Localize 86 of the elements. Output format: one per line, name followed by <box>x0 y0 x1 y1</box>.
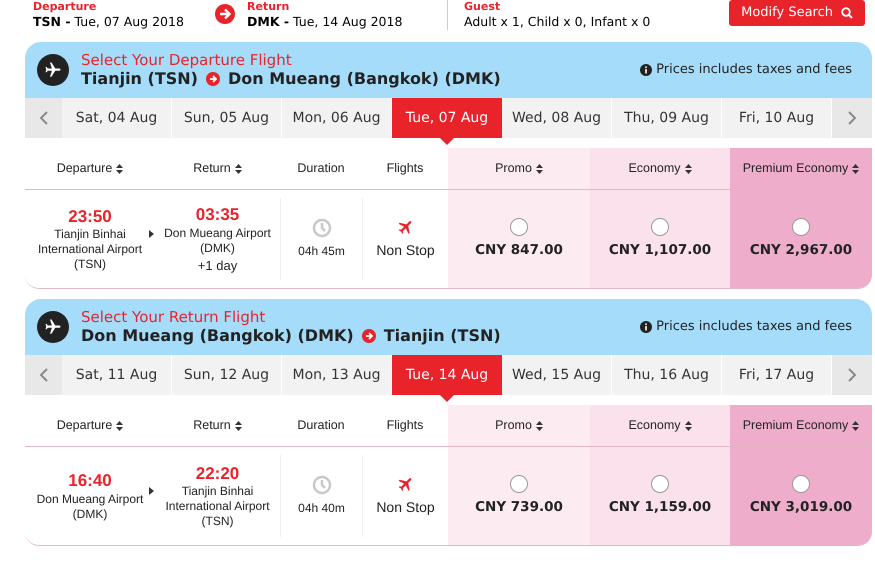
flight-duration: 04h 40m <box>298 500 345 517</box>
departure-label: Departure <box>33 0 98 14</box>
column-header[interactable]: Premium Economy <box>730 405 872 446</box>
chevron-right-icon <box>848 111 856 125</box>
clock-icon <box>312 475 332 495</box>
airplane-icon <box>37 54 69 86</box>
search-icon <box>841 7 853 19</box>
next-dates-button[interactable] <box>832 98 872 138</box>
guest-label: Guest <box>464 0 502 14</box>
sort-icon <box>684 164 692 174</box>
departure-airport: Don Mueang Airport (DMK) <box>36 492 144 522</box>
column-header[interactable]: Departure <box>25 148 155 189</box>
fare-radio[interactable] <box>651 474 669 493</box>
column-header[interactable]: Return <box>155 148 280 189</box>
guest-count: Adult x 1, Child x 0, Infant x 0 <box>464 14 650 30</box>
info-icon <box>640 64 652 76</box>
fare-price: CNY 1,159.00 <box>608 498 712 517</box>
day-offset: +1 day <box>198 258 238 274</box>
sort-icon <box>852 164 860 174</box>
stops-label: Non Stop <box>376 240 435 260</box>
chevron-left-icon <box>40 111 48 125</box>
clock-icon <box>312 218 332 238</box>
arrival-time: 22:20 <box>196 462 240 484</box>
fare-price: CNY 739.00 <box>475 498 563 517</box>
arrow-right-icon <box>215 4 235 24</box>
fare-radio[interactable] <box>792 474 810 493</box>
column-header[interactable]: Premium Economy <box>730 148 872 189</box>
departure-date: Tue, 07 Aug 2018 <box>74 14 184 30</box>
sort-icon <box>536 164 543 174</box>
caret-right-icon <box>149 230 154 238</box>
column-header: Duration <box>296 160 346 178</box>
arrow-right-icon <box>206 72 220 86</box>
departure-time: 23:50 <box>68 206 112 228</box>
arrival-airport: Don Mueang Airport (DMK) <box>163 226 272 256</box>
sort-icon <box>234 420 242 430</box>
column-header: Flights <box>386 160 424 178</box>
previous-dates-button[interactable] <box>25 98 62 138</box>
fare-price: CNY 3,019.00 <box>750 498 852 517</box>
fare-price: CNY 1,107.00 <box>608 240 712 260</box>
column-header[interactable]: Economy <box>590 148 730 189</box>
origin-city: Tianjin (TSN) <box>81 69 198 90</box>
column-header[interactable]: Promo <box>448 405 590 446</box>
sort-icon <box>852 420 860 430</box>
column-header: Flights <box>386 417 424 434</box>
airplane-icon <box>37 311 69 343</box>
origin-city: Don Mueang (Bangkok) (DMK) <box>81 326 354 346</box>
fare-radio[interactable] <box>792 218 810 236</box>
column-header: Duration <box>296 417 346 434</box>
column-header[interactable]: Economy <box>590 405 730 446</box>
column-header[interactable]: Promo <box>448 148 590 189</box>
next-dates-button[interactable] <box>832 355 872 395</box>
caret-right-icon <box>149 487 154 495</box>
departure-airport: Tianjin Binhai International Airport (TSN) <box>36 227 144 272</box>
price-note: Prices includes taxes and fees <box>656 61 852 80</box>
modify-search-button[interactable]: Modify Search <box>729 0 865 26</box>
previous-dates-button[interactable] <box>25 355 62 395</box>
arrival-time: 03:35 <box>196 204 240 226</box>
destination-city: Don Mueang (Bangkok) (DMK) <box>228 69 501 90</box>
chevron-right-icon <box>848 368 856 382</box>
chevron-left-icon <box>40 368 48 382</box>
sort-icon <box>116 164 124 174</box>
price-note: Prices includes taxes and fees <box>656 318 852 336</box>
info-icon <box>640 321 652 333</box>
return-date: Tue, 14 Aug 2018 <box>293 14 402 30</box>
return-label: Return <box>247 0 290 14</box>
fare-radio[interactable] <box>651 218 669 236</box>
section-prompt: Select Your Departure Flight <box>81 50 293 70</box>
departure-code: TSN - <box>33 14 71 30</box>
arrow-right-icon <box>362 329 376 344</box>
departure-time: 16:40 <box>68 470 112 492</box>
return-code: DMK - <box>247 14 290 30</box>
destination-city: Tianjin (TSN) <box>384 326 501 346</box>
fare-radio[interactable] <box>510 218 528 236</box>
fare-radio[interactable] <box>510 474 528 493</box>
sort-icon <box>684 420 692 430</box>
flight-duration: 04h 45m <box>298 243 345 260</box>
fare-price: CNY 847.00 <box>475 240 563 260</box>
sort-icon <box>116 420 124 430</box>
sort-icon <box>234 164 242 174</box>
section-prompt: Select Your Return Flight <box>81 308 266 326</box>
sort-icon <box>536 420 543 430</box>
fare-price: CNY 2,967.00 <box>750 240 852 260</box>
column-header[interactable]: Departure <box>25 405 155 446</box>
stops-label: Non Stop <box>376 498 435 517</box>
column-header[interactable]: Return <box>155 405 280 446</box>
arrival-airport: Tianjin Binhai International Airport (TSN) <box>164 484 271 530</box>
